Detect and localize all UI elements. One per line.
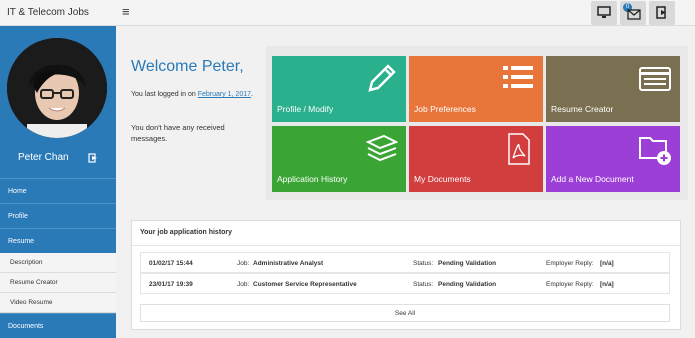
application-history-panel: Your job application history 01/02/17 15… (131, 220, 681, 330)
application-date: 23/01/17 19:39 (149, 281, 193, 288)
tile-label: My Documents (414, 174, 471, 184)
user-info: Peter Chan (0, 152, 116, 166)
avatar[interactable] (7, 38, 107, 138)
sign-out-icon[interactable] (88, 153, 98, 163)
pdf-icon (508, 133, 530, 165)
table-row[interactable]: 01/02/17 15:44 Job: Administrative Analy… (140, 252, 670, 273)
tile-label: Resume Creator (551, 104, 614, 114)
sidebar-subitem-video-resume[interactable]: Video Resume (0, 293, 116, 313)
sidebar-nav: Home Profile Resume Description Resume C… (0, 178, 116, 338)
pencil-icon (368, 64, 396, 92)
sidebar-item-profile[interactable]: Profile (0, 203, 116, 228)
messages-text: You don't have any received messages. (131, 123, 225, 143)
logout-button[interactable] (649, 1, 675, 25)
table-row[interactable]: 23/01/17 19:39 Job: Customer Service Rep… (140, 273, 670, 294)
tile-resume-creator[interactable]: Resume Creator (546, 56, 680, 122)
tile-label: Add a New Document (551, 174, 634, 184)
tile-application-history[interactable]: Application History (272, 126, 406, 192)
profile-photo-icon (7, 38, 107, 138)
stack-icon (365, 134, 398, 162)
sidebar-item-home[interactable]: Home (0, 178, 116, 203)
tile-label: Job Preferences (414, 104, 476, 114)
tile-add-new-document[interactable]: Add a New Document (546, 126, 680, 192)
status-label: Status: (413, 260, 434, 267)
tile-label: Application History (277, 174, 348, 184)
top-bar: IT & Telecom Jobs ≡ 0 (0, 0, 695, 26)
sidebar-item-resume[interactable]: Resume (0, 228, 116, 253)
sidebar: Peter Chan Home Profile Resume Descripti… (0, 26, 116, 338)
messages-button[interactable]: 0 (620, 1, 646, 25)
brand-title: IT & Telecom Jobs (7, 7, 89, 18)
status-value: Pending Validation (438, 260, 497, 267)
employer-reply-value: [n/a] (600, 281, 614, 288)
id-card-icon (639, 67, 671, 91)
job-title: Administrative Analyst (253, 260, 324, 267)
add-folder-icon (639, 137, 671, 165)
last-login-prefix: You last logged in on (131, 91, 198, 98)
desktop-button[interactable] (591, 1, 617, 25)
tile-my-documents[interactable]: My Documents (409, 126, 543, 192)
tile-job-preferences[interactable]: Job Preferences (409, 56, 543, 122)
exit-icon (656, 6, 666, 19)
sidebar-subitem-resume-creator[interactable]: Resume Creator (0, 273, 116, 293)
tile-profile-modify[interactable]: Profile / Modify (272, 56, 406, 122)
job-label: Job: (237, 260, 250, 267)
panel-title: Your job application history (140, 229, 233, 236)
monitor-icon (597, 6, 611, 18)
list-icon (503, 66, 533, 88)
employer-reply-value: [n/a] (600, 260, 614, 267)
panel-divider (132, 245, 680, 246)
job-label: Job: (237, 281, 250, 288)
welcome-title: Welcome Peter, (131, 58, 244, 75)
menu-icon[interactable]: ≡ (122, 5, 130, 19)
tile-label: Profile / Modify (277, 104, 334, 114)
user-name: Peter Chan (18, 152, 69, 163)
employer-reply-label: Employer Reply: (546, 281, 594, 288)
employer-reply-label: Employer Reply: (546, 260, 594, 267)
status-value: Pending Validation (438, 281, 497, 288)
application-date: 01/02/17 15:44 (149, 260, 193, 267)
status-label: Status: (413, 281, 434, 288)
last-login-text: You last logged in on February 1, 2017. (131, 89, 256, 100)
last-login-suffix: . (251, 91, 253, 98)
see-all-button[interactable]: See All (140, 304, 670, 322)
job-title: Customer Service Representative (253, 281, 357, 288)
mail-icon (627, 9, 641, 20)
sidebar-subitem-description[interactable]: Description (0, 253, 116, 273)
sidebar-item-documents[interactable]: Documents (0, 313, 116, 338)
last-login-date-link[interactable]: February 1, 2017 (198, 91, 251, 98)
dashboard-tiles: Profile / Modify Job Preferences Resume … (266, 46, 688, 200)
